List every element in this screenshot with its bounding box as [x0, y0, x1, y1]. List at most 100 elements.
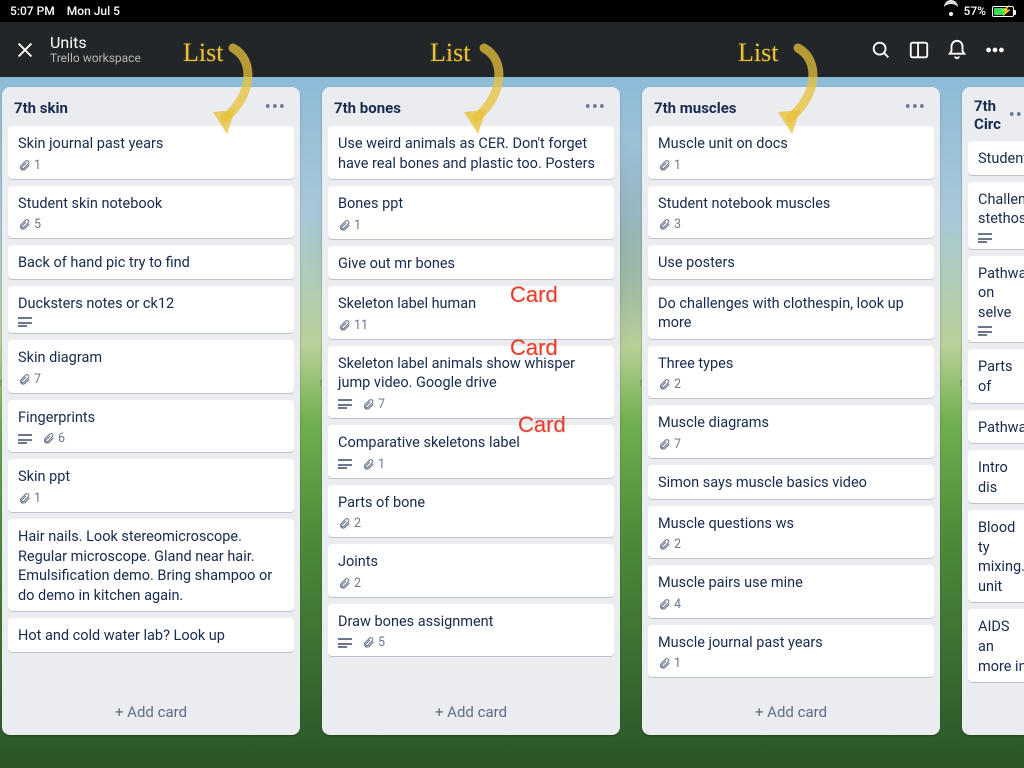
list-menu-button[interactable]: ••• — [581, 97, 610, 118]
list-cards[interactable]: Student Challen stethos Pathwa on selve Par… — [962, 141, 1024, 735]
boards-button[interactable] — [900, 31, 938, 69]
card[interactable]: Skeleton label human11 — [328, 286, 614, 339]
search-button[interactable] — [862, 31, 900, 69]
list-header[interactable]: 7th muscles••• — [642, 87, 940, 126]
attachment-count: 3 — [674, 217, 681, 232]
attachment-badge: 11 — [338, 318, 368, 333]
status-bar: 5:07 PM Mon Jul 5 57% ⚡ — [0, 0, 1024, 22]
battery-percent: 57% — [964, 4, 986, 18]
card[interactable]: Skeleton label animals show whisper jump… — [328, 346, 614, 418]
list-title[interactable]: 7th bones — [334, 99, 581, 117]
card-title: Parts of — [978, 357, 1024, 396]
battery-icon: ⚡ — [992, 6, 1014, 17]
attachment-badge: 7 — [18, 372, 41, 387]
card[interactable]: Intro dis — [968, 450, 1024, 503]
card[interactable]: Skin diagram7 — [8, 340, 294, 393]
card[interactable]: Challen stethos — [968, 182, 1024, 249]
list-menu-button[interactable]: ••• — [1005, 105, 1024, 126]
close-button[interactable] — [10, 35, 40, 65]
attachment-badge: 1 — [338, 218, 361, 233]
board-area[interactable]: 7th skin•••Skin journal past years1Stude… — [0, 77, 1024, 768]
card[interactable]: Back of hand pic try to find — [8, 245, 294, 279]
description-icon — [338, 638, 352, 648]
attachment-badge: 2 — [338, 576, 361, 591]
card[interactable]: Student notebook muscles3 — [648, 186, 934, 239]
card-badges: 1 — [658, 656, 924, 671]
list-cards[interactable]: Skin journal past years1 Student skin not… — [2, 126, 300, 690]
card-badges — [978, 233, 1024, 243]
list-title[interactable]: 7th Circ — [974, 97, 1005, 133]
card-badges: 1 — [18, 491, 284, 506]
card[interactable]: Blood ty mixing. unit — [968, 510, 1024, 602]
attachment-badge: 2 — [338, 516, 361, 531]
card-badges: 3 — [658, 217, 924, 232]
card[interactable]: Pathwa on selve — [968, 256, 1024, 343]
card-title: Do challenges with clothespin, look up m… — [658, 294, 924, 333]
card-badges: 2 — [658, 377, 924, 392]
card[interactable]: Comparative skeletons label1 — [328, 425, 614, 478]
board-title-block[interactable]: Units Trello workspace — [50, 34, 141, 66]
list-title[interactable]: 7th skin — [14, 99, 261, 117]
card-title: AIDS an more in — [978, 617, 1024, 676]
card[interactable]: Pathwa — [968, 410, 1024, 444]
card-title: Muscle pairs use mine — [658, 573, 924, 593]
add-card-button[interactable]: + Add card — [322, 690, 620, 735]
attachment-badge: 4 — [658, 597, 681, 612]
card-title: Muscle diagrams — [658, 413, 924, 433]
add-card-button[interactable]: + Add card — [642, 690, 940, 735]
card[interactable]: Joints2 — [328, 544, 614, 597]
card[interactable]: Muscle questions ws2 — [648, 506, 934, 559]
list-menu-button[interactable]: ••• — [901, 97, 930, 118]
card-title: Use posters — [658, 253, 924, 273]
list-menu-button[interactable]: ••• — [261, 97, 290, 118]
list: 7th skin•••Skin journal past years1Stude… — [2, 87, 300, 735]
card[interactable]: Bones ppt1 — [328, 186, 614, 239]
card-badges: 1 — [338, 457, 604, 472]
card-title: Parts of bone — [338, 493, 604, 513]
attachment-badge: 1 — [18, 491, 41, 506]
card[interactable]: Student skin notebook5 — [8, 186, 294, 239]
card[interactable]: Parts of bone 2 — [328, 485, 614, 538]
card[interactable]: Use weird animals as CER. Don't forget h… — [328, 126, 614, 179]
card[interactable]: Muscle journal past years1 — [648, 625, 934, 678]
card-badges: 1 — [18, 158, 284, 173]
card[interactable]: Simon says muscle basics video — [648, 465, 934, 499]
card-title: Muscle questions ws — [658, 514, 924, 534]
notifications-button[interactable] — [938, 31, 976, 69]
card[interactable]: Student — [968, 141, 1024, 175]
card[interactable]: Muscle diagrams7 — [648, 405, 934, 458]
card-badges — [18, 317, 284, 327]
attachment-badge: 6 — [42, 431, 65, 446]
card[interactable]: Use posters — [648, 245, 934, 279]
more-button[interactable] — [976, 31, 1014, 69]
list-title[interactable]: 7th muscles — [654, 99, 901, 117]
card[interactable]: Skin journal past years1 — [8, 126, 294, 179]
card[interactable]: Fingerprints6 — [8, 400, 294, 453]
attachment-count: 1 — [34, 491, 41, 506]
card-badges: 1 — [658, 158, 924, 173]
card[interactable]: Parts of — [968, 349, 1024, 402]
add-card-button[interactable]: + Add card — [2, 690, 300, 735]
card[interactable]: Muscle pairs use mine 4 — [648, 565, 934, 618]
status-time: 5:07 PM — [10, 4, 55, 18]
list-cards[interactable]: Use weird animals as CER. Don't forget h… — [322, 126, 620, 690]
attachment-count: 7 — [34, 372, 41, 387]
card[interactable]: Hot and cold water lab? Look up — [8, 618, 294, 652]
board-title: Units — [50, 34, 141, 52]
list-header[interactable]: 7th Circ••• — [962, 87, 1024, 141]
card[interactable]: Draw bones assignment5 — [328, 604, 614, 657]
list-cards[interactable]: Muscle unit on docs1 Student notebook mus… — [642, 126, 940, 690]
card[interactable]: Give out mr bones — [328, 246, 614, 280]
card[interactable]: AIDS an more in — [968, 609, 1024, 682]
card[interactable]: Muscle unit on docs1 — [648, 126, 934, 179]
card[interactable]: Skin ppt1 — [8, 459, 294, 512]
card[interactable]: Ducksters notes or ck12 — [8, 286, 294, 334]
attachment-badge: 2 — [658, 377, 681, 392]
list-header[interactable]: 7th bones••• — [322, 87, 620, 126]
card-title: Back of hand pic try to find — [18, 253, 284, 273]
card-title: Student skin notebook — [18, 194, 284, 214]
card[interactable]: Three types2 — [648, 346, 934, 399]
card[interactable]: Do challenges with clothespin, look up m… — [648, 286, 934, 339]
card[interactable]: Hair nails. Look stereomicroscope. Regul… — [8, 519, 294, 611]
list-header[interactable]: 7th skin••• — [2, 87, 300, 126]
